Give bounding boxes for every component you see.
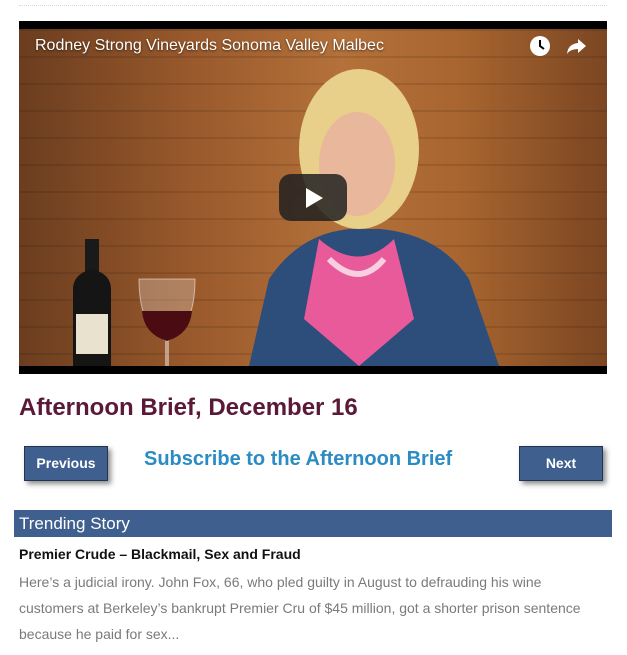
subscribe-link[interactable]: Subscribe to the Afternoon Brief [144, 448, 452, 471]
story-title-link[interactable]: Premier Crude – Blackmail, Sex and Fraud [19, 546, 301, 562]
share-icon[interactable] [565, 35, 587, 57]
video-title[interactable]: Rodney Strong Vineyards Sonoma Valley Ma… [35, 37, 384, 55]
watch-later-icon[interactable] [529, 35, 551, 57]
play-icon[interactable] [279, 174, 347, 221]
story-excerpt: Here’s a judicial irony. John Fox, 66, w… [19, 574, 581, 642]
page-title: Afternoon Brief, December 16 [19, 394, 358, 421]
video-player[interactable]: Rodney Strong Vineyards Sonoma Valley Ma… [19, 21, 607, 374]
top-divider [19, 5, 607, 6]
previous-button[interactable]: Previous [24, 446, 108, 481]
next-button[interactable]: Next [519, 446, 603, 481]
trending-story-header: Trending Story [14, 510, 612, 537]
